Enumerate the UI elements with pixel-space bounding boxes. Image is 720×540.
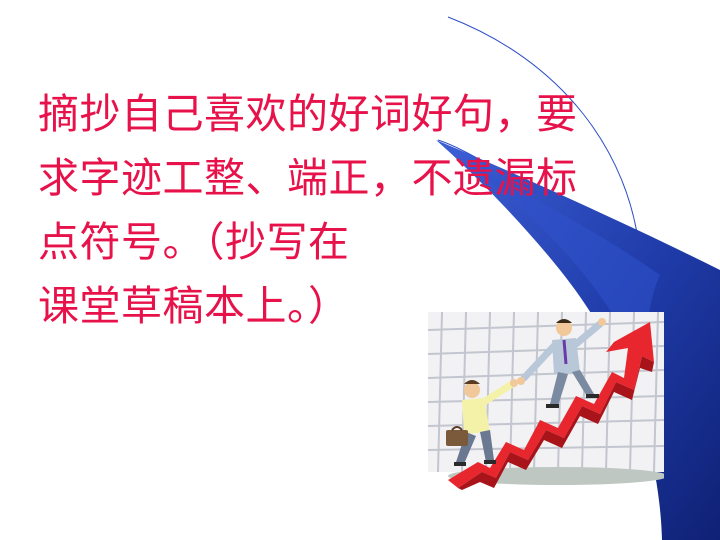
- instruction-line-2: 求字迹工整、端正，不遗漏标: [38, 154, 578, 202]
- instruction-line-1: 摘抄自己喜欢的好词好句，要: [38, 90, 578, 138]
- slide: 摘抄自己喜欢的好词好句，要 求字迹工整、端正，不遗漏标 点符号。（抄写在 课堂草…: [0, 0, 720, 540]
- instruction-text: 摘抄自己喜欢的好词好句，要 求字迹工整、端正，不遗漏标 点符号。（抄写在 课堂草…: [38, 82, 678, 338]
- climbing-businessmen-arrow-icon: [428, 312, 664, 490]
- instruction-line-3: 点符号。（抄写在: [38, 218, 350, 266]
